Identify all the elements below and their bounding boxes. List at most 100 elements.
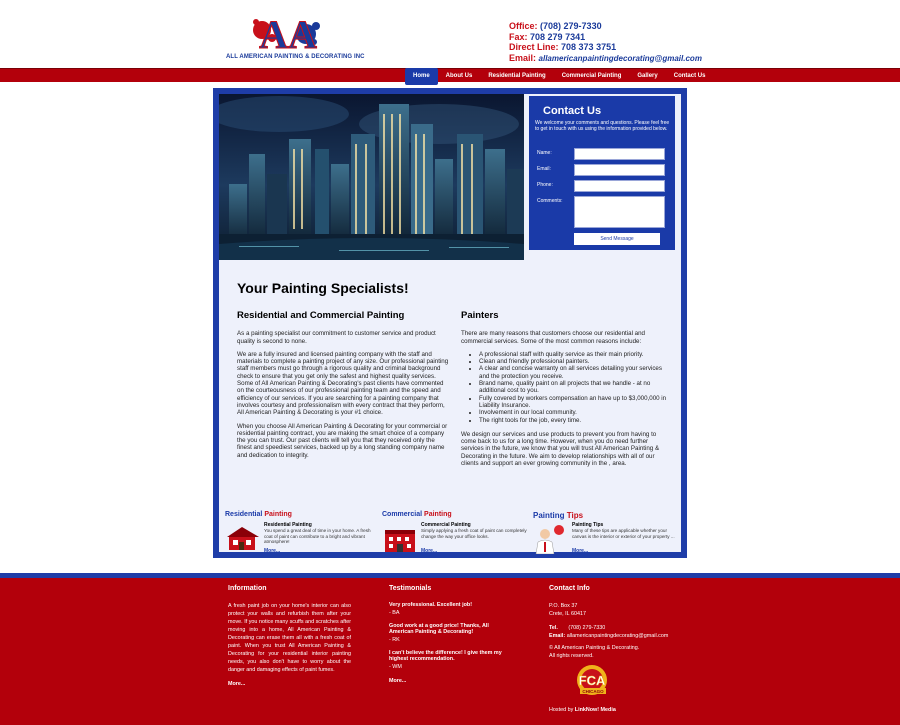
section-title: Residential and Commercial Painting [237, 310, 405, 321]
footer-info-more-link[interactable]: More... [228, 680, 351, 688]
page: AA ALL AMERICAN PAINTING & DECORATING IN… [0, 0, 900, 725]
more-link[interactable]: More... [421, 548, 437, 554]
nav-commercial-painting[interactable]: Commercial Painting [554, 69, 630, 83]
hosted-prefix: Hosted by [549, 707, 574, 713]
name-input[interactable] [574, 148, 665, 160]
painter-icon [535, 525, 564, 554]
feature-residential: Residential Painting Residential Paintin… [225, 511, 375, 559]
testimonial-author: - BA [389, 609, 400, 616]
testimonials-more-link[interactable]: More... [389, 677, 514, 685]
email-link[interactable]: allamericanpaintingdecorating@gmail.com [539, 54, 702, 63]
footer-info-text: A fresh paint job on your home's interio… [228, 603, 351, 673]
office-phone: (708) 279-7330 [540, 21, 602, 31]
contact-form: Contact Us We welcome your comments and … [529, 96, 675, 250]
paragraph: We are a fully insured and licensed pain… [237, 350, 449, 417]
footer-heading: Information [228, 585, 267, 592]
contact-form-title: Contact Us [543, 105, 602, 117]
main-panel: Contact Us We welcome your comments and … [219, 94, 681, 554]
direct-phone: 708 373 3751 [561, 42, 617, 52]
list-item: The right tools for the job, every time. [479, 417, 671, 424]
feature-title: Residential Painting [225, 511, 292, 518]
email-input[interactable] [574, 164, 665, 176]
list-item: A professional staff with quality servic… [479, 351, 671, 358]
logo-letters: AA [259, 12, 317, 54]
main-nav: Home About Us Residential Painting Comme… [405, 68, 714, 85]
nav-gallery[interactable]: Gallery [629, 69, 665, 83]
footer-phone: (708) 279-7330 [568, 625, 606, 631]
footer: Information A fresh paint job on your ho… [0, 578, 900, 725]
testimonial-author: - RK [389, 636, 400, 643]
tel-label: Tel. [549, 625, 558, 631]
logo-mark-icon: AA [253, 12, 320, 54]
list-item: Involvement in our local community. [479, 409, 671, 416]
address-line: P.O. Box 37 [549, 603, 578, 609]
send-message-button[interactable]: Send Message [574, 233, 660, 245]
main-container: Contact Us We welcome your comments and … [213, 88, 687, 558]
email-label: Email: [549, 633, 566, 639]
more-link[interactable]: More... [572, 548, 588, 554]
header: AA ALL AMERICAN PAINTING & DECORATING IN… [0, 0, 900, 68]
painters-section: Painters There are many reasons that cus… [461, 310, 671, 473]
fca-chicago-logo[interactable]: FCA CHICAGO [568, 664, 618, 698]
paragraph: As a painting specialist our commitment … [237, 330, 436, 345]
nav-bar: Home About Us Residential Painting Comme… [0, 68, 900, 85]
footer-heading: Contact Info [549, 585, 590, 592]
address-line: Crete, IL 60417 [549, 611, 586, 617]
nav-about-us[interactable]: About Us [438, 69, 481, 83]
testimonial-author: - WM [389, 663, 402, 670]
logo-text: ALL AMERICAN PAINTING & DECORATING INC [226, 54, 365, 60]
fax-number: 708 279 7341 [530, 31, 586, 42]
reasons-list: A professional staff with quality servic… [461, 351, 671, 424]
feature-commercial: Commercial Painting Commercial Painting … [382, 511, 532, 559]
hosted-by: Hosted by LinkNow! Media [549, 707, 616, 713]
list-item: Clean and friendly professional painters… [479, 358, 671, 365]
nav-contact-us[interactable]: Contact Us [666, 69, 714, 83]
fax-label: Fax: [509, 31, 528, 42]
phone-label: Phone: [537, 182, 553, 188]
feature-title: Painting Tips [533, 511, 584, 520]
hosted-link[interactable]: LinkNow! Media [575, 707, 616, 713]
paragraph: When you choose All American Painting & … [237, 422, 448, 459]
feature-text: You spend a great deal of time in your h… [264, 528, 371, 545]
email-label: Email: [509, 52, 537, 63]
email-label: Email: [537, 166, 551, 172]
company-logo[interactable]: AA ALL AMERICAN PAINTING & DECORATING IN… [226, 8, 365, 64]
page-title: Your Painting Specialists! [237, 280, 409, 296]
fca-sub-text: CHICAGO [582, 689, 604, 694]
feature-tips: Painting Tips Painting Tips Many of thes… [533, 511, 683, 559]
more-link[interactable]: More... [264, 548, 280, 554]
nav-residential-painting[interactable]: Residential Painting [480, 69, 553, 83]
office-label: Office: [509, 21, 538, 31]
comments-textarea[interactable] [574, 196, 665, 228]
testimonial-quote: I can't believe the difference! I give t… [389, 649, 502, 663]
list-item: Brand name, quality paint on all project… [479, 380, 671, 395]
building-icon [385, 530, 415, 552]
paragraph: There are many reasons that customers ch… [461, 330, 646, 345]
name-label: Name: [537, 150, 552, 156]
section-title: Painters [461, 310, 499, 321]
list-item: Fully covered by workers compensation an… [479, 395, 671, 410]
feature-title: Commercial Painting [382, 511, 452, 518]
feature-text: Many of these tips are applicable whethe… [572, 528, 675, 539]
rights: All rights reserved. [549, 653, 594, 659]
fca-text: FCA [579, 673, 606, 688]
testimonial-quote: Good work at a good price! Thanks, All A… [389, 622, 489, 636]
footer-testimonials: Testimonials Very professional. Excellen… [389, 585, 514, 685]
residential-commercial-section: Residential and Commercial Painting As a… [237, 310, 449, 465]
nav-home[interactable]: Home [405, 68, 438, 85]
header-contact: Office: (708) 279-7330 Fax: 708 279 7341… [509, 21, 702, 64]
paragraph: We design our services and use products … [461, 430, 660, 468]
footer-contact-info: Contact Info P.O. Box 37 Crete, IL 60417… [549, 585, 709, 660]
footer-heading: Testimonials [389, 585, 432, 592]
copyright: © All American Painting & Decorating. [549, 645, 640, 651]
footer-information: Information A fresh paint job on your ho… [228, 585, 351, 688]
city-skyline-image [219, 94, 524, 260]
hero-city-image [219, 94, 524, 260]
direct-label: Direct Line: [509, 42, 559, 52]
phone-input[interactable] [574, 180, 665, 192]
contact-form-description: We welcome your comments and questions. … [535, 120, 670, 132]
footer-email-link[interactable]: allamericanpaintingdecorating@gmail.com [567, 633, 669, 639]
house-icon [227, 527, 259, 550]
list-item: A clear and concise warranty on all serv… [479, 365, 671, 380]
feature-text: Simply applying a fresh coat of paint ca… [421, 528, 527, 539]
